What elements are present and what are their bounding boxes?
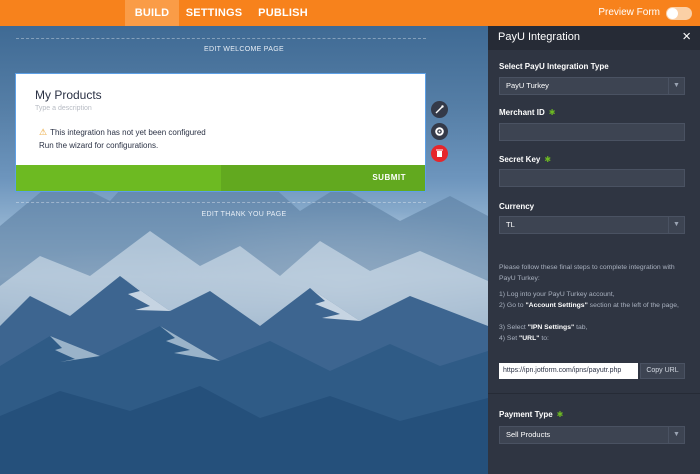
required-star-icon: ✱ <box>548 108 556 117</box>
payment-type-label: Payment Type ✱ <box>499 410 563 419</box>
ipn-url-field[interactable]: https://ipn.jotform.com/ipns/payutr.php <box>499 363 638 379</box>
currency-select[interactable]: TL ▼ <box>499 216 685 234</box>
merchant-id-label: Merchant ID ✱ <box>499 108 556 117</box>
merchant-id-label-text: Merchant ID <box>499 108 545 117</box>
integration-panel: PayU Integration × Select PayU Integrati… <box>488 26 700 474</box>
secret-key-field[interactable] <box>499 169 685 187</box>
top-bar: BUILD SETTINGS PUBLISH Preview Form <box>0 0 700 26</box>
required-star-icon: ✱ <box>556 410 564 419</box>
submit-bar: SUBMIT <box>16 165 425 191</box>
panel-divider <box>488 393 700 394</box>
chevron-down-icon: ▼ <box>668 217 684 233</box>
submit-bar-left <box>16 165 221 191</box>
submit-button[interactable]: SUBMIT <box>372 165 406 191</box>
payment-type-label-text: Payment Type <box>499 410 553 419</box>
preview-form-label: Preview Form <box>598 7 660 18</box>
instruction-step-4: 4) Set "URL" to: <box>499 335 549 342</box>
instruction-step-2: 2) Go to "Account Settings" section at t… <box>499 302 679 309</box>
chevron-down-icon: ▼ <box>668 427 684 443</box>
form-description[interactable]: Type a description <box>35 105 92 112</box>
warning-text: This integration has not yet been config… <box>50 128 206 137</box>
edit-thankyou-page-link[interactable]: EDIT THANK YOU PAGE <box>0 211 488 218</box>
tab-settings[interactable]: SETTINGS <box>183 0 245 26</box>
panel-title: PayU Integration <box>498 31 580 43</box>
toggle-knob <box>667 8 678 19</box>
tab-build[interactable]: BUILD <box>125 0 179 26</box>
gear-icon[interactable] <box>431 123 448 140</box>
edit-welcome-page-link[interactable]: EDIT WELCOME PAGE <box>0 46 488 53</box>
panel-header: PayU Integration × <box>488 26 700 50</box>
instruction-step-3: 3) Select "IPN Settings" tab, <box>499 324 588 331</box>
trash-icon[interactable] <box>431 145 448 162</box>
instructions-intro: Please follow these final steps to compl… <box>499 264 675 282</box>
chevron-down-icon: ▼ <box>668 78 684 94</box>
welcome-divider <box>16 38 426 39</box>
payment-type-value: Sell Products <box>506 430 551 439</box>
form-card[interactable]: My Products Type a description ⚠ This int… <box>15 73 426 192</box>
currency-value: TL <box>506 220 515 229</box>
tab-publish[interactable]: PUBLISH <box>255 0 311 26</box>
required-star-icon: ✱ <box>544 155 552 164</box>
instruction-step-1: 1) Log into your PayU Turkey account, <box>499 291 615 298</box>
secret-key-label-text: Secret Key <box>499 155 541 164</box>
integration-type-select[interactable]: PayU Turkey ▼ <box>499 77 685 95</box>
form-title[interactable]: My Products <box>35 88 102 102</box>
merchant-id-field[interactable] <box>499 123 685 141</box>
integration-type-label: Select PayU Integration Type <box>499 62 609 71</box>
payment-type-select[interactable]: Sell Products ▼ <box>499 426 685 444</box>
warning-icon: ⚠ <box>39 127 48 137</box>
copy-url-button[interactable]: Copy URL <box>640 363 685 379</box>
wand-icon[interactable] <box>431 101 448 118</box>
close-icon[interactable]: × <box>682 28 691 45</box>
integration-type-value: PayU Turkey <box>506 81 549 90</box>
secret-key-label: Secret Key ✱ <box>499 155 551 164</box>
preview-form-toggle[interactable] <box>666 7 692 20</box>
wizard-note: Run the wizard for configurations. <box>39 141 159 150</box>
integration-warning: ⚠ This integration has not yet been confi… <box>39 127 206 138</box>
currency-label: Currency <box>499 202 535 211</box>
thankyou-divider <box>16 202 426 203</box>
